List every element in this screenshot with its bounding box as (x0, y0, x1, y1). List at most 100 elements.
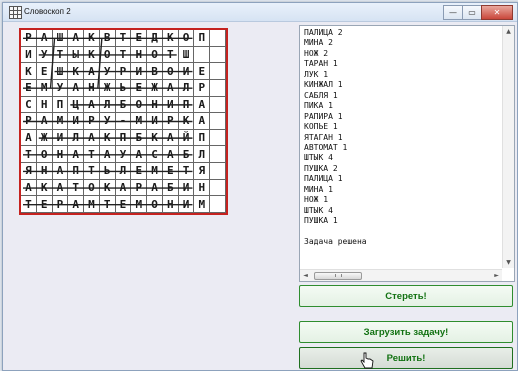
grid-cell[interactable]: Т (21, 146, 37, 164)
grid-cell[interactable]: Р (162, 113, 179, 130)
maximize-button[interactable]: ▭ (462, 5, 482, 20)
grid-cell[interactable]: Ш (52, 63, 69, 80)
grid-cell[interactable]: Е (162, 163, 179, 180)
grid-cell[interactable]: К (84, 30, 100, 47)
grid-cell[interactable]: Л (178, 79, 195, 97)
scroll-up-arrow-icon[interactable]: ▲ (503, 26, 514, 37)
grid-cell[interactable] (210, 46, 226, 64)
scroll-left-arrow-icon[interactable]: ◄ (300, 270, 311, 281)
grid-cell[interactable]: И (162, 96, 179, 114)
grid-cell[interactable]: А (84, 96, 100, 114)
grid-cell[interactable]: П (178, 96, 195, 114)
grid-cell[interactable] (210, 129, 226, 147)
grid-cell[interactable]: А (68, 196, 85, 213)
grid-cell[interactable]: Р (84, 113, 100, 130)
grid-cell[interactable]: Е (115, 196, 132, 213)
grid-cell[interactable]: Р (21, 30, 37, 47)
grid-cell[interactable]: О (162, 63, 179, 80)
horizontal-scrollbar[interactable]: ◄ ► (300, 269, 502, 281)
grid-cell[interactable]: А (84, 63, 100, 80)
grid-cell[interactable]: Е (194, 63, 211, 80)
grid-cell[interactable]: А (68, 146, 85, 164)
grid-cell[interactable] (210, 146, 226, 164)
horizontal-scroll-thumb[interactable] (314, 272, 362, 280)
grid-cell[interactable]: А (162, 79, 179, 97)
grid-cell[interactable]: Ь (99, 163, 116, 180)
grid-cell[interactable]: Н (84, 79, 100, 97)
grid-cell[interactable]: К (68, 63, 85, 80)
grid-cell[interactable]: П (194, 30, 211, 47)
grid-cell[interactable] (210, 163, 226, 180)
grid-cell[interactable]: А (162, 146, 179, 164)
grid-cell[interactable]: Ж (99, 79, 116, 97)
grid-cell[interactable]: Т (68, 179, 85, 197)
grid-cell[interactable] (210, 63, 226, 80)
grid-cell[interactable]: У (36, 46, 53, 64)
grid-cell[interactable]: А (21, 129, 37, 147)
scroll-right-arrow-icon[interactable]: ► (491, 270, 502, 281)
grid-cell[interactable]: А (84, 129, 100, 147)
grid-cell[interactable]: А (68, 30, 85, 47)
grid-cell[interactable]: В (147, 63, 163, 80)
grid-cell[interactable]: Н (194, 179, 211, 197)
grid-cell[interactable]: К (147, 129, 163, 147)
results-list[interactable]: ПАЛИЦА 2 МИНА 2 НОЖ 2 ТАРАН 1 ЛУК 1 КИНЖ… (299, 25, 515, 282)
grid-cell[interactable] (210, 96, 226, 114)
grid-cell[interactable]: Т (115, 46, 132, 64)
grid-cell[interactable]: Я (194, 163, 211, 180)
grid-cell[interactable]: У (99, 63, 116, 80)
grid-cell[interactable]: Т (84, 163, 100, 180)
grid-cell[interactable]: У (99, 113, 116, 130)
grid-cell[interactable]: А (194, 113, 211, 130)
grid-cell[interactable]: Н (36, 163, 53, 180)
grid-cell[interactable]: Р (52, 196, 69, 213)
grid-cell[interactable]: Н (147, 96, 163, 114)
minimize-button[interactable]: — (443, 5, 463, 20)
grid-cell[interactable]: М (147, 163, 163, 180)
grid-cell[interactable]: Л (99, 96, 116, 114)
vertical-scrollbar[interactable]: ▲ ▼ (502, 26, 514, 268)
grid-cell[interactable]: Ш (178, 46, 195, 64)
grid-cell[interactable]: К (99, 129, 116, 147)
load-task-button[interactable]: Загрузить задачу! (299, 321, 513, 343)
grid-cell[interactable]: И (131, 63, 148, 80)
letter-grid[interactable]: РАШАКВТЕДКОПИУТЫКОТНОТШКЕШКАУРИВОИЕЕМУАН… (19, 28, 228, 215)
grid-cell[interactable]: Е (36, 196, 53, 213)
grid-cell[interactable]: С (21, 96, 37, 114)
grid-cell[interactable]: А (36, 113, 53, 130)
grid-cell[interactable]: М (52, 113, 69, 130)
grid-cell[interactable]: М (36, 79, 53, 97)
grid-cell[interactable]: Б (115, 96, 132, 114)
grid-cell[interactable]: Р (21, 113, 37, 130)
grid-cell[interactable]: К (21, 63, 37, 80)
grid-cell[interactable]: С (147, 146, 163, 164)
grid-cell[interactable]: А (68, 79, 85, 97)
grid-cell[interactable]: Р (115, 63, 132, 80)
grid-cell[interactable] (210, 196, 226, 213)
solve-button[interactable]: Решить! (299, 347, 513, 369)
grid-cell[interactable]: Е (36, 63, 53, 80)
grid-cell[interactable]: К (99, 179, 116, 197)
grid-cell[interactable]: Т (115, 30, 132, 47)
grid-cell[interactable]: А (115, 179, 132, 197)
grid-cell[interactable]: Б (131, 129, 148, 147)
grid-cell[interactable]: О (36, 146, 53, 164)
grid-cell[interactable]: Ж (147, 79, 163, 97)
grid-cell[interactable]: Т (99, 196, 116, 213)
grid-cell[interactable]: П (68, 163, 85, 180)
grid-cell[interactable]: И (178, 179, 195, 197)
grid-cell[interactable] (210, 113, 226, 130)
grid-cell[interactable]: А (162, 129, 179, 147)
grid-cell[interactable]: Ы (68, 46, 85, 64)
grid-cell[interactable]: Т (178, 163, 195, 180)
grid-cell[interactable]: Ж (36, 129, 53, 147)
grid-cell[interactable] (210, 179, 226, 197)
grid-cell[interactable]: Т (21, 196, 37, 213)
grid-cell[interactable]: О (147, 196, 163, 213)
grid-cell[interactable]: К (84, 46, 100, 64)
scroll-down-arrow-icon[interactable]: ▼ (503, 257, 514, 268)
grid-cell[interactable]: И (178, 196, 195, 213)
grid-cell[interactable]: К (178, 113, 195, 130)
grid-cell[interactable]: Л (194, 146, 211, 164)
grid-cell[interactable]: О (147, 46, 163, 64)
